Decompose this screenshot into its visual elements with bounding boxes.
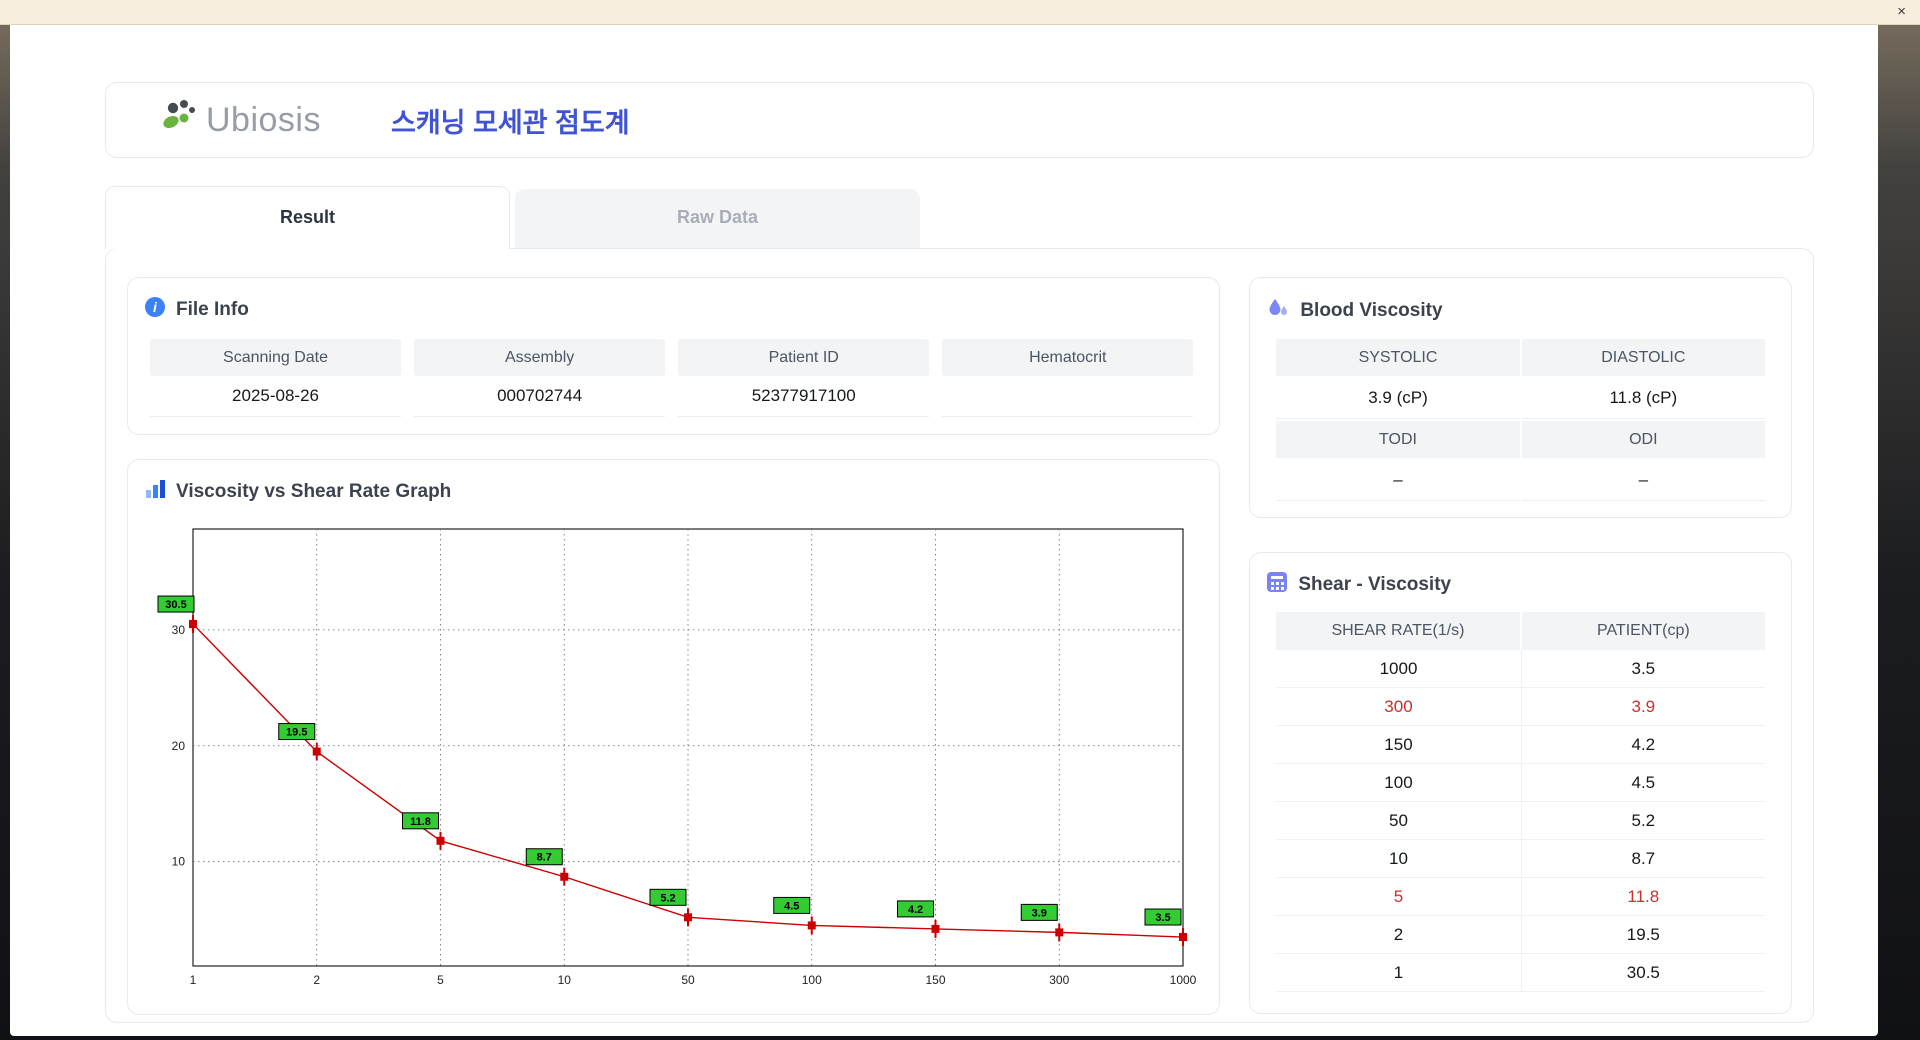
viscosity-graph-card: Viscosity vs Shear Rate Graph 10 20 30 1 2 5 1…: [127, 459, 1221, 1015]
table-row: 10 8.7: [1276, 840, 1765, 878]
svg-text:30.5: 30.5: [165, 599, 186, 611]
calculator-icon: [1266, 571, 1288, 598]
svg-text:150: 150: [925, 973, 945, 987]
graph-title: Viscosity vs Shear Rate Graph: [176, 480, 452, 502]
shear-cell: 5: [1393, 887, 1404, 906]
svg-text:4.5: 4.5: [784, 901, 799, 913]
patient-cell: 3.5: [1520, 650, 1765, 687]
table-row: 100 4.5: [1276, 764, 1765, 802]
svg-text:3.5: 3.5: [1155, 912, 1170, 924]
svg-text:20: 20: [172, 739, 186, 753]
column-header-patient: PATIENT(cp): [1521, 612, 1765, 650]
field-label: Scanning Date: [150, 339, 402, 376]
svg-text:100: 100: [802, 973, 822, 987]
field-label: Assembly: [414, 339, 666, 376]
systolic-label: SYSTOLIC: [1276, 339, 1520, 376]
field-scanning-date: Scanning Date 2025-08-26: [150, 339, 402, 417]
svg-text:10: 10: [172, 855, 186, 869]
result-panel: i File Info Scanning Date 2025-08-26 Ass…: [105, 248, 1814, 1023]
field-value: 2025-08-26: [150, 376, 402, 417]
logo-icon: [158, 97, 204, 144]
tab-bar: Result Raw Data: [105, 186, 920, 249]
blood-viscosity-card: Blood Viscosity SYSTOLIC DIASTOLIC 3.9 (…: [1249, 277, 1792, 518]
table-row: 2 19.5: [1276, 916, 1765, 954]
table-row: 1 30.5: [1276, 954, 1765, 992]
svg-text:10: 10: [558, 973, 572, 987]
diastolic-value: 11.8 (cP): [1521, 378, 1765, 419]
field-value: [942, 376, 1194, 417]
file-info-title: File Info: [176, 298, 249, 320]
svg-text:8.7: 8.7: [537, 852, 552, 864]
odi-value: –: [1521, 460, 1765, 501]
svg-text:2: 2: [313, 973, 320, 987]
shear-cell: 2: [1393, 925, 1404, 944]
bar-chart-icon: [144, 478, 166, 505]
column-header-shear-rate: SHEAR RATE(1/s): [1276, 612, 1520, 650]
svg-text:300: 300: [1049, 973, 1069, 987]
todi-label: TODI: [1276, 421, 1520, 458]
tab-result[interactable]: Result: [105, 186, 510, 249]
patient-cell: 11.8: [1520, 878, 1765, 915]
title-bar: ×: [0, 0, 1920, 25]
svg-text:30: 30: [172, 623, 186, 637]
svg-text:4.2: 4.2: [908, 904, 923, 916]
patient-cell: 19.5: [1520, 916, 1765, 953]
shear-cell: 300: [1384, 697, 1413, 716]
field-patient-id: Patient ID 52377917100: [678, 339, 930, 417]
svg-text:5: 5: [437, 973, 444, 987]
svg-text:5.2: 5.2: [660, 893, 675, 905]
file-info-card: i File Info Scanning Date 2025-08-26 Ass…: [127, 277, 1221, 436]
svg-text:19.5: 19.5: [286, 727, 307, 739]
shear-cell: 100: [1384, 773, 1413, 792]
viscosity-chart: 10 20 30 1 2 5 10 50 100 150 300 1000 30.5 19.5 11.8 8.…: [157, 528, 1196, 987]
field-value: 000702744: [414, 376, 666, 417]
field-label: Hematocrit: [942, 339, 1194, 376]
shear-cell: 1: [1393, 963, 1404, 982]
shear-cell: 10: [1389, 849, 1408, 868]
app-header: Ubiosis 스캐닝 모세관 점도계: [105, 82, 1814, 158]
drops-icon: [1266, 296, 1290, 325]
patient-cell: 4.2: [1520, 726, 1765, 763]
patient-cell: 5.2: [1520, 802, 1765, 839]
field-label: Patient ID: [678, 339, 930, 376]
svg-text:50: 50: [681, 973, 695, 987]
patient-cell: 4.5: [1520, 764, 1765, 801]
patient-cell: 3.9: [1520, 688, 1765, 725]
shear-cell: 50: [1389, 811, 1408, 830]
table-row: 150 4.2: [1276, 726, 1765, 764]
table-row: 1000 3.5: [1276, 650, 1765, 688]
field-value: 52377917100: [678, 376, 930, 417]
page-title: 스캐닝 모세관 점도계: [390, 107, 630, 138]
field-hematocrit: Hematocrit: [942, 339, 1194, 417]
shear-viscosity-title: Shear - Viscosity: [1298, 573, 1452, 595]
shear-viscosity-table: SHEAR RATE(1/s) PATIENT(cp) 1000 3.5 300…: [1250, 612, 1791, 992]
svg-text:11.8: 11.8: [410, 816, 431, 828]
logo: Ubiosis: [158, 97, 321, 144]
svg-text:1000: 1000: [1170, 973, 1196, 987]
systolic-value: 3.9 (cP): [1276, 378, 1520, 419]
blood-viscosity-title: Blood Viscosity: [1300, 299, 1443, 321]
logo-text: Ubiosis: [206, 100, 321, 139]
tab-raw-data[interactable]: Raw Data: [515, 189, 920, 248]
svg-text:1: 1: [190, 973, 197, 987]
table-row: 50 5.2: [1276, 802, 1765, 840]
diastolic-label: DIASTOLIC: [1521, 339, 1765, 376]
shear-cell: 150: [1384, 735, 1413, 754]
info-icon: i: [144, 296, 166, 323]
todi-value: –: [1276, 460, 1520, 501]
patient-cell: 8.7: [1520, 840, 1765, 877]
table-row: 300 3.9: [1276, 688, 1765, 726]
odi-label: ODI: [1521, 421, 1765, 458]
app-window: Ubiosis 스캐닝 모세관 점도계 Result Raw Data i Fi…: [10, 24, 1878, 1036]
shear-cell: 1000: [1379, 659, 1418, 678]
svg-text:3.9: 3.9: [1032, 908, 1047, 920]
patient-cell: 30.5: [1520, 954, 1765, 991]
close-icon[interactable]: ×: [1897, 3, 1906, 21]
shear-viscosity-card: Shear - Viscosity SHEAR RATE(1/s) PATIEN…: [1249, 552, 1792, 1014]
field-assembly: Assembly 000702744: [414, 339, 666, 417]
table-row: 5 11.8: [1276, 878, 1765, 916]
